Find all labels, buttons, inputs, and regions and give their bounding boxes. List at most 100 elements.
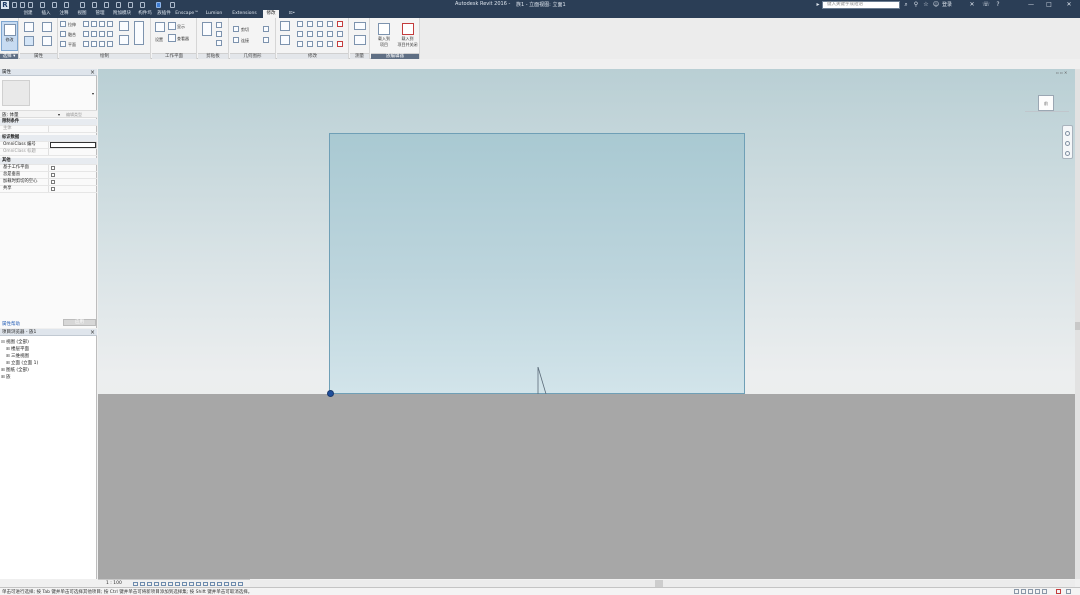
paint-icon[interactable] (263, 37, 269, 43)
tree-item-families[interactable]: ⊞族 (1, 374, 11, 380)
tab-modify[interactable]: 修改 (263, 10, 279, 18)
plane-icon[interactable] (60, 41, 66, 47)
reference-plane-icon[interactable] (134, 21, 144, 45)
undo-icon[interactable] (40, 2, 45, 8)
pick-lines-icon[interactable] (99, 41, 105, 47)
analytical-model-icon[interactable] (203, 582, 208, 586)
highlight-displacement-icon[interactable] (196, 582, 201, 586)
tab-component-dock[interactable]: 构件坞 (136, 10, 154, 18)
view-window-controls[interactable]: ▫ ▫ ✕ (1056, 70, 1076, 76)
mirror-draw-icon[interactable] (317, 21, 323, 27)
cut-with-voids-checkbox[interactable] (51, 180, 55, 184)
properties-help-link[interactable]: 属性帮助 (2, 321, 20, 327)
model-line-icon[interactable] (119, 21, 129, 31)
rotate-icon[interactable] (307, 31, 313, 37)
navigation-bar[interactable] (1062, 125, 1073, 159)
visual-style-icon[interactable] (140, 582, 145, 586)
tab-view[interactable]: 视图 (74, 10, 90, 18)
chevron-down-icon[interactable]: ▾ (58, 112, 60, 117)
constraints-icon[interactable] (210, 582, 215, 586)
family-category-icon[interactable] (42, 36, 52, 46)
family-types-icon[interactable] (42, 22, 52, 32)
mirror-axis-icon[interactable] (307, 21, 313, 27)
tree-item-sheets[interactable]: ⊞图纸 (全部) (1, 367, 29, 373)
worksharing-icon[interactable] (189, 582, 194, 586)
filter-icon[interactable] (1056, 589, 1061, 594)
split-icon[interactable] (327, 21, 333, 27)
aligned-dimension-icon[interactable] (354, 35, 366, 45)
offset-icon[interactable] (297, 21, 303, 27)
prop-value[interactable] (48, 142, 96, 148)
set-work-plane-icon[interactable] (155, 22, 165, 32)
subscription-icon[interactable]: ⚲ (912, 1, 920, 9)
viewer-icon[interactable] (168, 34, 176, 42)
unpin-icon[interactable] (337, 21, 343, 27)
apply-button[interactable]: 应用 (63, 319, 96, 326)
section-icon[interactable] (128, 2, 133, 8)
select-panel-label[interactable]: 选择 ▾ (0, 53, 18, 59)
rectangle-icon[interactable] (91, 21, 97, 27)
tab-manage[interactable]: 管理 (92, 10, 108, 18)
load-into-project-close-button[interactable]: 载入到 项目并关闭 (396, 21, 419, 51)
match-icon[interactable] (216, 40, 222, 46)
copy-icon[interactable] (216, 31, 222, 37)
detail-level-icon[interactable] (133, 582, 138, 586)
modify-button[interactable]: 修改 (1, 21, 18, 51)
edit-type-button[interactable]: 编辑类型 (66, 112, 82, 118)
select-by-face-icon[interactable] (1035, 589, 1040, 594)
show-work-plane-icon[interactable] (168, 22, 176, 30)
redo-icon[interactable] (52, 2, 57, 8)
split-face-icon[interactable] (263, 26, 269, 32)
help-search-input[interactable]: 键入关键字或短语 (822, 1, 900, 9)
tab-extensions[interactable]: Extensions (228, 10, 261, 18)
trim-icon[interactable] (317, 31, 323, 37)
omniclass-number-input[interactable] (50, 142, 96, 148)
origin-point-icon[interactable] (327, 390, 334, 397)
switch-windows-icon[interactable] (156, 2, 161, 8)
sun-path-icon[interactable] (147, 582, 152, 586)
shadows-icon[interactable] (154, 582, 159, 586)
blend-icon[interactable] (60, 31, 66, 37)
reveal-hidden-icon[interactable] (182, 582, 187, 586)
tangent-arc-icon[interactable] (91, 31, 97, 37)
tab-family-plugin[interactable]: 族插件 (156, 10, 172, 18)
lock-3d-icon[interactable] (224, 582, 229, 586)
view-scale[interactable]: 1 : 100 (106, 581, 122, 586)
point-element-icon[interactable] (107, 41, 113, 47)
save-icon[interactable] (20, 2, 25, 8)
scrollbar-thumb[interactable] (1075, 322, 1080, 330)
chevron-down-icon[interactable]: ▾ (92, 91, 94, 96)
tree-item-views[interactable]: ⊟视图 (全部) (1, 339, 29, 345)
horizontal-scrollbar[interactable] (250, 580, 1075, 587)
properties-icon[interactable] (24, 22, 34, 32)
cut-geometry-icon[interactable] (233, 26, 239, 32)
customize-qat-icon[interactable] (170, 2, 175, 8)
text-icon[interactable] (104, 2, 109, 8)
close-hidden-icon[interactable] (140, 2, 145, 8)
maximize-button[interactable]: □ (1042, 0, 1056, 10)
type-properties-icon[interactable] (24, 36, 34, 46)
tab-annotate[interactable]: 注释 (56, 10, 72, 18)
pin-icon[interactable] (297, 41, 303, 47)
delete-icon[interactable] (337, 41, 343, 47)
help-icon[interactable]: ? (994, 1, 1002, 9)
line-icon[interactable] (83, 21, 89, 27)
drag-on-selection-icon[interactable] (1042, 589, 1047, 594)
group-constraints[interactable]: 限制条件 (0, 119, 97, 126)
work-plane-based-checkbox[interactable] (51, 166, 55, 170)
load-into-project-button[interactable]: 载入到 项目 (373, 21, 395, 51)
temporary-view-icon[interactable] (217, 582, 222, 586)
tree-item-floor-plans[interactable]: ⊞楼层平面 (6, 346, 29, 352)
print-icon[interactable] (64, 2, 69, 8)
arc-icon[interactable] (83, 31, 89, 37)
group-other[interactable]: 其他 (0, 158, 97, 165)
tab-lumion[interactable]: Lumion (203, 10, 225, 18)
show-crop-icon[interactable] (168, 582, 173, 586)
pan-icon[interactable] (1065, 151, 1070, 156)
temporary-hide-icon[interactable] (175, 582, 180, 586)
zoom-icon[interactable] (1065, 141, 1070, 146)
search-toggle-icon[interactable]: ▸ (814, 1, 822, 9)
dimension-icon[interactable] (92, 2, 97, 8)
array-icon[interactable] (327, 31, 333, 37)
polygon-icon[interactable] (99, 21, 105, 27)
